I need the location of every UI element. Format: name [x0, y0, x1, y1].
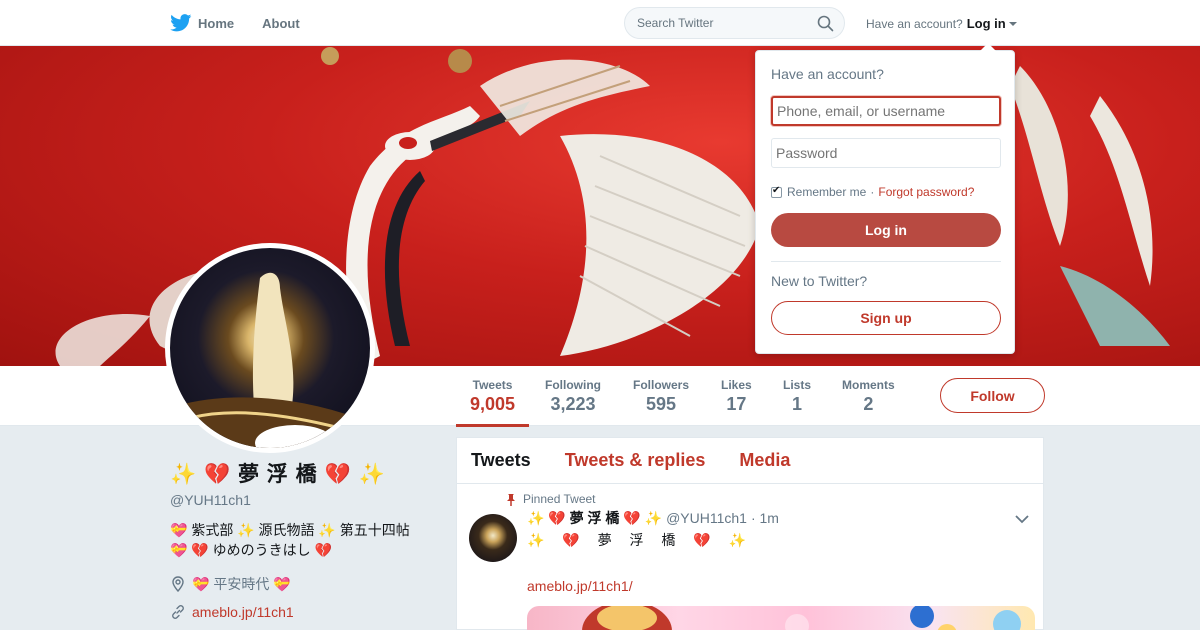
- profile-name: ✨ 💔 夢 浮 橋 💔 ✨: [170, 463, 386, 486]
- search-input[interactable]: Search Twitter: [624, 7, 845, 39]
- profile-bio-line-1: 💝 紫式部 ✨ 源氏物語 ✨ 第五十四帖: [170, 522, 410, 538]
- pinned-tweet[interactable]: Pinned Tweet ✨ 💔 夢 浮 橋 💔 ✨ @YUH11ch1 · 1…: [457, 484, 1043, 630]
- tweet-author-name[interactable]: ✨ 💔 夢 浮 橋 💔 ✨: [527, 508, 662, 528]
- stat-followers[interactable]: Followers 595: [633, 378, 689, 415]
- link-icon: [172, 605, 184, 619]
- remember-separator: ·: [870, 185, 875, 199]
- search-icon[interactable]: [817, 15, 834, 32]
- login-button[interactable]: Log in: [771, 213, 1001, 247]
- stat-moments-label: Moments: [842, 378, 895, 392]
- profile-location-text: 💝 平安時代 💝: [192, 576, 291, 592]
- follow-button[interactable]: Follow: [940, 378, 1045, 413]
- login-dropdown: Have an account? Remember me · Forgot pa…: [755, 43, 1015, 354]
- timeline: Tweets Tweets & replies Media Pinned Twe…: [456, 437, 1044, 630]
- nav-about[interactable]: About: [262, 16, 300, 31]
- profile-location: 💝 平安時代 💝: [170, 574, 440, 594]
- stat-tweets[interactable]: Tweets 9,005: [455, 378, 530, 427]
- tweet-avatar[interactable]: [469, 514, 517, 562]
- stat-lists-value: 1: [792, 394, 803, 414]
- stat-likes-value: 17: [726, 394, 747, 414]
- nav-home[interactable]: Home: [170, 14, 234, 32]
- remember-row: Remember me · Forgot password?: [771, 185, 974, 199]
- tab-tweets-replies[interactable]: Tweets & replies: [565, 450, 706, 471]
- remember-label[interactable]: Remember me: [787, 185, 866, 199]
- stat-followers-value: 595: [645, 394, 677, 414]
- dropdown-title: Have an account?: [771, 66, 884, 82]
- account-prompt: Have an account?: [866, 16, 963, 31]
- pin-icon: [507, 493, 515, 506]
- stat-following-value: 3,223: [550, 394, 596, 414]
- stat-followers-label: Followers: [633, 378, 690, 392]
- tab-media[interactable]: Media: [739, 450, 790, 471]
- password-field[interactable]: [771, 138, 1001, 168]
- profile-url: ameblo.jp/11ch1: [170, 604, 440, 620]
- search-placeholder: Search Twitter: [637, 16, 714, 30]
- forgot-password-link[interactable]: Forgot password?: [878, 185, 974, 199]
- tweet-text: ✨ 💔 夢 浮 橋 💔 ✨: [527, 532, 747, 548]
- top-navigation-bar: Home About Search Twitter Have an accoun…: [0, 0, 1200, 46]
- username-field[interactable]: [771, 96, 1001, 126]
- account-login-toggle[interactable]: Have an account? Log in: [866, 16, 1017, 31]
- remember-checkbox[interactable]: [771, 185, 782, 198]
- location-pin-icon: [172, 576, 184, 592]
- tweet-author-handle[interactable]: @YUH11ch1: [666, 510, 747, 526]
- login-link[interactable]: Log in: [967, 16, 1006, 31]
- nav-home-label: Home: [198, 15, 235, 31]
- tweet-header: ✨ 💔 夢 浮 橋 💔 ✨ @YUH11ch1 · 1m: [527, 508, 1029, 528]
- stat-lists[interactable]: Lists 1: [783, 378, 811, 415]
- pinned-label-text: Pinned Tweet: [523, 492, 596, 506]
- profile-avatar[interactable]: [165, 243, 375, 453]
- chevron-down-icon[interactable]: [1015, 514, 1029, 524]
- nav-left: Home About: [170, 0, 328, 46]
- new-to-twitter-label: New to Twitter?: [771, 273, 868, 289]
- tweet-timestamp[interactable]: · 1m: [751, 510, 779, 526]
- avatar-image: [170, 272, 370, 448]
- stat-following-label: Following: [545, 378, 601, 392]
- twitter-bird-icon: [170, 14, 192, 32]
- profile-handle[interactable]: @YUH11ch1: [170, 492, 440, 508]
- profile-bio-line-2: 💝 💔 ゆめのうきはし 💔: [170, 542, 332, 558]
- stat-moments-value: 2: [863, 394, 874, 414]
- profile-card: ✨ 💔 夢 浮 橋 💔 ✨ @YUH11ch1 💝 紫式部 ✨ 源氏物語 ✨ 第…: [170, 458, 440, 620]
- stat-tweets-value: 9,005: [470, 394, 516, 414]
- tweet-link[interactable]: ameblo.jp/11ch1/: [527, 578, 1029, 594]
- stat-moments[interactable]: Moments 2: [842, 378, 895, 415]
- tweet-media-image[interactable]: [527, 606, 1035, 630]
- stat-tweets-label: Tweets: [472, 378, 513, 392]
- stat-lists-label: Lists: [783, 378, 812, 392]
- profile-bio: 💝 紫式部 ✨ 源氏物語 ✨ 第五十四帖 💝 💔 ゆめのうきはし 💔: [170, 520, 440, 560]
- dropdown-divider: [771, 261, 1001, 262]
- profile-url-link[interactable]: ameblo.jp/11ch1: [192, 604, 294, 620]
- timeline-tabs: Tweets Tweets & replies Media: [457, 438, 1043, 484]
- tab-tweets[interactable]: Tweets: [471, 450, 531, 471]
- stat-likes[interactable]: Likes 17: [721, 378, 752, 415]
- caret-down-icon: [1008, 22, 1017, 26]
- tweet-media-art: [582, 606, 1021, 630]
- stat-following[interactable]: Following 3,223: [545, 378, 601, 415]
- pinned-label: Pinned Tweet: [507, 492, 1029, 506]
- signup-button[interactable]: Sign up: [771, 301, 1001, 335]
- stat-likes-label: Likes: [721, 378, 752, 392]
- nav-about-label: About: [262, 15, 300, 31]
